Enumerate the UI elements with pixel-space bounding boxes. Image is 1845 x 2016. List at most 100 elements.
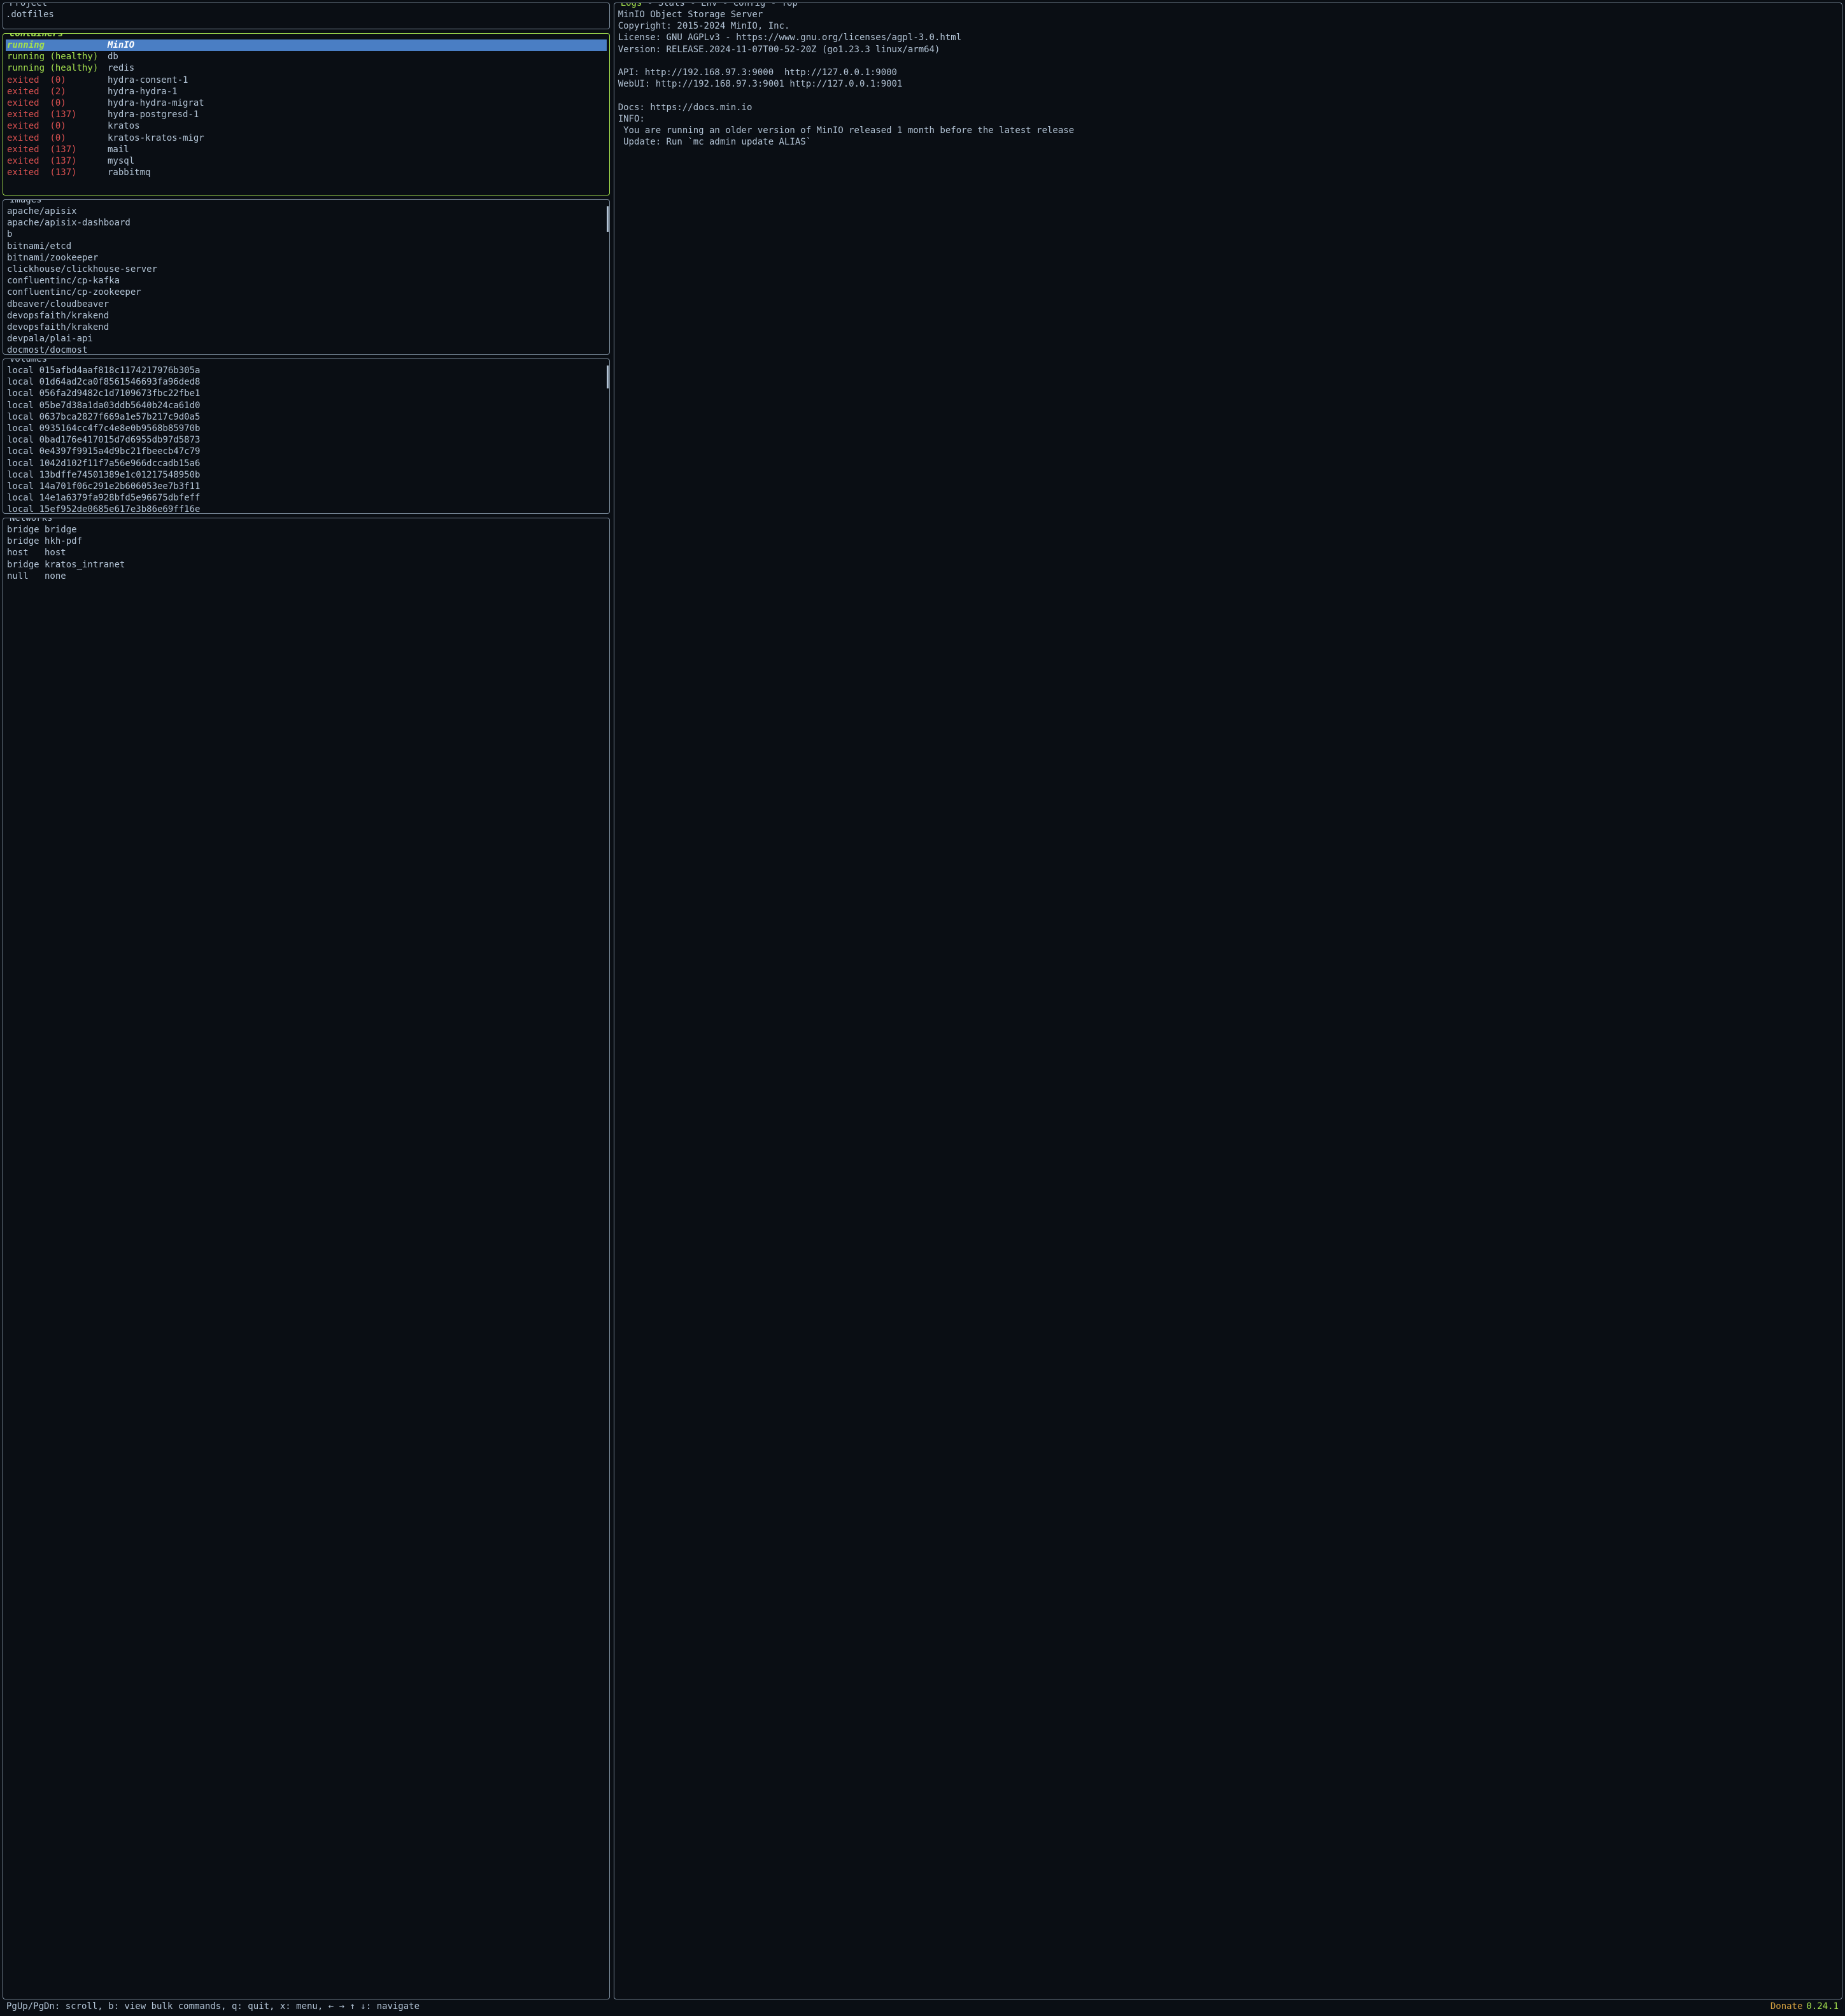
containers-title: Containers [8, 33, 64, 39]
container-status: exited (0) [7, 120, 108, 132]
networks-title: Networks [8, 518, 53, 524]
container-status: running (healthy) [7, 51, 108, 62]
network-row[interactable]: bridge hkh-pdf [6, 536, 607, 547]
container-row[interactable]: exited (0)kratos-kratos-migr [6, 132, 607, 144]
container-name: hydra-consent-1 [108, 75, 188, 86]
images-scrollbar[interactable] [607, 206, 609, 232]
container-row[interactable]: running (healthy)redis [6, 62, 607, 74]
container-status: exited (2) [7, 86, 108, 97]
container-status: exited (137) [7, 144, 108, 155]
tab-separator: - [717, 3, 733, 8]
container-name: hydra-hydra-migrat [108, 97, 204, 109]
container-name: hydra-hydra-1 [108, 86, 178, 97]
container-name: hydra-postgresd-1 [108, 109, 199, 120]
images-list: apache/apisixapache/apisix-dashboardbbit… [6, 206, 607, 355]
tab-logs[interactable]: Logs [621, 3, 642, 8]
container-name: mail [108, 144, 129, 155]
container-row[interactable]: exited (137)rabbitmq [6, 167, 607, 178]
tab-stats[interactable]: Stats [658, 3, 685, 8]
volumes-panel: Volumes local 015afbd4aaf818c1174217976b… [3, 358, 610, 514]
volume-row[interactable]: local 1042d102f11f7a56e966dccadb15a6 [6, 458, 607, 469]
images-panel: Images apache/apisixapache/apisix-dashbo… [3, 199, 610, 355]
volume-row[interactable]: local 13bdffe74501389e1c01217548950b [6, 469, 607, 481]
footer: PgUp/PgDn: scroll, b: view bulk commands… [3, 1999, 1842, 2013]
volume-row[interactable]: local 14a701f06c291e2b606053ee7b3f11 [6, 481, 607, 492]
container-status: exited (137) [7, 167, 108, 178]
volume-row[interactable]: local 01d64ad2ca0f8561546693fa96ded8 [6, 376, 607, 388]
volume-row[interactable]: local 015afbd4aaf818c1174217976b305a [6, 365, 607, 376]
container-status: exited (0) [7, 75, 108, 86]
container-name: mysql [108, 155, 134, 167]
project-name[interactable]: .dotfiles [6, 9, 607, 20]
network-row[interactable]: host host [6, 547, 607, 558]
networks-panel: Networks bridge bridgebridge hkh-pdfhost… [3, 518, 610, 1999]
network-row[interactable]: null none [6, 571, 607, 582]
container-status: running [7, 39, 108, 51]
project-panel: Project .dotfiles [3, 3, 610, 29]
tab-config[interactable]: Config [733, 3, 766, 8]
volume-row[interactable]: local 0bad176e417015d7d6955db97d5873 [6, 434, 607, 446]
logs-panel: Logs - Stats - Env - Config - Top MinIO … [614, 3, 1842, 1999]
volumes-title: Volumes [8, 358, 48, 365]
image-row[interactable]: devopsfaith/krakend [6, 322, 607, 333]
container-row[interactable]: running MinIO [6, 39, 607, 51]
container-name: redis [108, 62, 134, 74]
volume-row[interactable]: local 15ef952de0685e617e3b86e69ff16e [6, 504, 607, 514]
image-row[interactable]: clickhouse/clickhouse-server [6, 264, 607, 275]
logs-tabs: Logs - Stats - Env - Config - Top [619, 3, 799, 9]
volume-row[interactable]: local 0637bca2827f669a1e57b217c9d0a5 [6, 411, 607, 423]
container-row[interactable]: exited (0)kratos [6, 120, 607, 132]
tab-top[interactable]: Top [782, 3, 798, 8]
networks-list: bridge bridgebridge hkh-pdfhost hostbrid… [6, 524, 607, 582]
image-row[interactable]: docmost/docmost [6, 344, 607, 355]
image-row[interactable]: apache/apisix [6, 206, 607, 217]
container-name: kratos-kratos-migr [108, 132, 204, 144]
donate-link[interactable]: Donate [1771, 2001, 1803, 2012]
image-row[interactable]: bitnami/etcd [6, 241, 607, 252]
container-row[interactable]: exited (137)mysql [6, 155, 607, 167]
image-row[interactable]: confluentinc/cp-zookeeper [6, 287, 607, 298]
container-row[interactable]: exited (137)mail [6, 144, 607, 155]
footer-help: PgUp/PgDn: scroll, b: view bulk commands… [6, 2001, 420, 2012]
volume-row[interactable]: local 14e1a6379fa928bfd5e96675dbfeff [6, 492, 607, 504]
volume-row[interactable]: local 056fa2d9482c1d7109673fbc22fbe1 [6, 388, 607, 399]
network-row[interactable]: bridge bridge [6, 524, 607, 536]
image-row[interactable]: b [6, 229, 607, 240]
image-row[interactable]: dbeaver/cloudbeaver [6, 299, 607, 310]
image-row[interactable]: devopsfaith/krakend [6, 310, 607, 322]
project-title: Project [8, 3, 48, 9]
images-title: Images [8, 199, 43, 206]
tab-separator: - [685, 3, 701, 8]
volume-row[interactable]: local 0935164cc4f7c4e8e0b9568b85970b [6, 423, 607, 434]
tab-separator: - [765, 3, 781, 8]
tab-env[interactable]: Env [701, 3, 717, 8]
logs-content[interactable]: MinIO Object Storage Server Copyright: 2… [617, 9, 1839, 148]
container-row[interactable]: exited (2)hydra-hydra-1 [6, 86, 607, 97]
tab-separator: - [642, 3, 658, 8]
container-name: db [108, 51, 118, 62]
containers-list: running MinIOrunning (healthy)dbrunning … [6, 39, 607, 178]
volumes-list: local 015afbd4aaf818c1174217976b305aloca… [6, 365, 607, 514]
version-label: 0.24.1 [1806, 2001, 1839, 2012]
image-row[interactable]: bitnami/zookeeper [6, 252, 607, 264]
container-row[interactable]: exited (0)hydra-hydra-migrat [6, 97, 607, 109]
container-status: exited (0) [7, 132, 108, 144]
container-name: MinIO [108, 39, 134, 51]
network-row[interactable]: bridge kratos_intranet [6, 559, 607, 571]
container-name: rabbitmq [108, 167, 150, 178]
container-status: exited (0) [7, 97, 108, 109]
containers-panel: Containers running MinIOrunning (healthy… [3, 33, 610, 195]
volume-row[interactable]: local 0e4397f9915a4d9bc21fbeecb47c79 [6, 446, 607, 457]
container-status: exited (137) [7, 155, 108, 167]
image-row[interactable]: confluentinc/cp-kafka [6, 275, 607, 287]
container-row[interactable]: exited (0)hydra-consent-1 [6, 75, 607, 86]
image-row[interactable]: devpala/plai-api [6, 333, 607, 344]
container-name: kratos [108, 120, 140, 132]
volumes-scrollbar[interactable] [607, 366, 609, 388]
container-status: running (healthy) [7, 62, 108, 74]
container-row[interactable]: exited (137)hydra-postgresd-1 [6, 109, 607, 120]
container-row[interactable]: running (healthy)db [6, 51, 607, 62]
container-status: exited (137) [7, 109, 108, 120]
volume-row[interactable]: local 05be7d38a1da03ddb5640b24ca61d0 [6, 400, 607, 411]
image-row[interactable]: apache/apisix-dashboard [6, 217, 607, 229]
